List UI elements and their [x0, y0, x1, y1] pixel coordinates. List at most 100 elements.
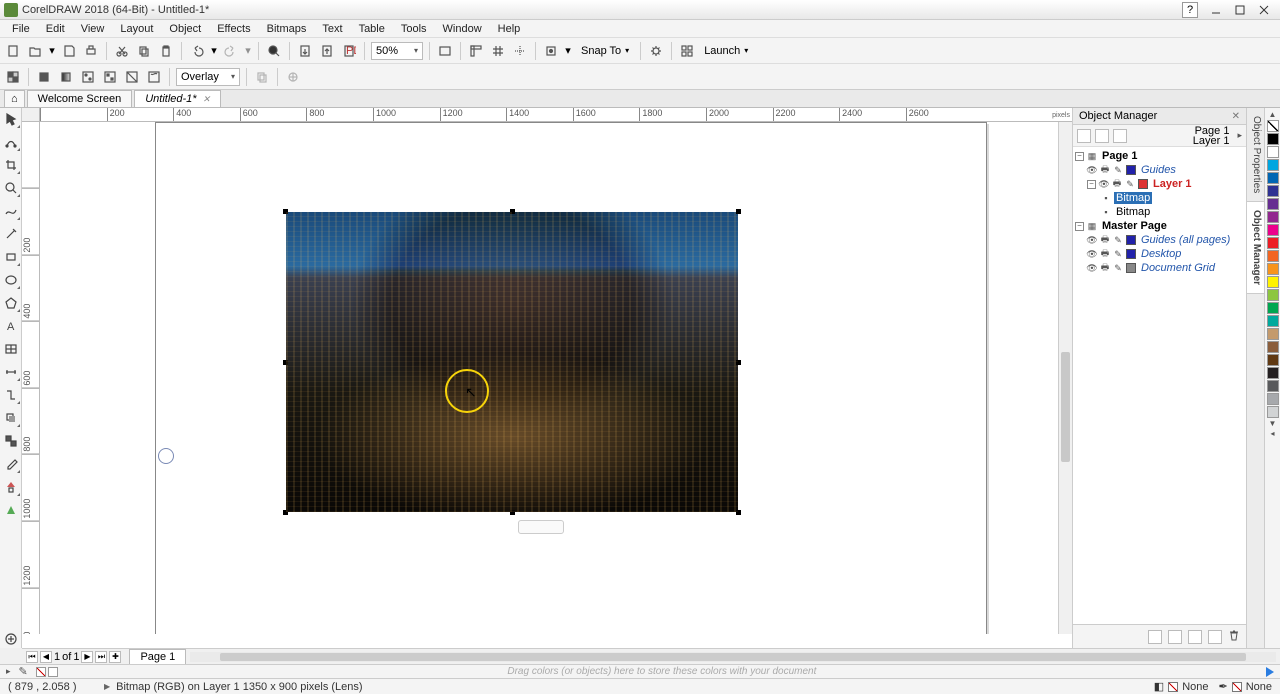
color-swatch[interactable]: [1267, 367, 1279, 379]
tree-desktop[interactable]: 👁🖶✎Desktop: [1073, 247, 1246, 261]
drop-shadow-tool[interactable]: [2, 409, 20, 427]
context-help-icon[interactable]: ?: [1182, 2, 1198, 18]
ruler-horizontal[interactable]: 200 400 600 800 1000 1200 1400 1600 1800…: [40, 108, 1072, 122]
canvas[interactable]: ↖: [40, 122, 1058, 634]
menu-view[interactable]: View: [73, 21, 113, 37]
text-tool[interactable]: A: [2, 317, 20, 335]
color-swatch[interactable]: [1267, 133, 1279, 145]
edit-layer-icon[interactable]: ✎: [1113, 165, 1123, 175]
rectangle-tool[interactable]: [2, 248, 20, 266]
color-swatch[interactable]: [1267, 302, 1279, 314]
color-swatch[interactable]: [1267, 146, 1279, 158]
tree-bitmap-2[interactable]: ▪Bitmap: [1073, 205, 1246, 219]
table-tool[interactable]: [2, 340, 20, 358]
last-page-button[interactable]: ⏭: [95, 651, 107, 663]
print-layer-icon[interactable]: 🖶: [1100, 235, 1110, 245]
color-swatch[interactable]: [1267, 393, 1279, 405]
color-swatch[interactable]: [1267, 211, 1279, 223]
zoom-tool[interactable]: [2, 179, 20, 197]
pick-tool[interactable]: [2, 110, 20, 128]
edit-layer-icon[interactable]: ✎: [1113, 235, 1123, 245]
shape-tool[interactable]: [2, 133, 20, 151]
color-swatch[interactable]: [1267, 237, 1279, 249]
edit-layer-icon[interactable]: ✎: [1113, 249, 1123, 259]
maximize-button[interactable]: [1230, 3, 1250, 17]
next-page-button[interactable]: ▶: [81, 651, 93, 663]
tree-layer1[interactable]: −👁🖶✎Layer 1: [1073, 177, 1246, 191]
dimension-tool[interactable]: [2, 363, 20, 381]
freehand-tool[interactable]: [2, 202, 20, 220]
menu-table[interactable]: Table: [351, 21, 393, 37]
new-master-layer-icon[interactable]: [1168, 630, 1182, 644]
color-swatch[interactable]: [1267, 224, 1279, 236]
eye-icon[interactable]: 👁: [1087, 249, 1097, 259]
connector-tool[interactable]: [2, 386, 20, 404]
quick-customize-icon[interactable]: [2, 630, 20, 648]
layer-color-swatch[interactable]: [1126, 249, 1136, 259]
edit-layer-icon[interactable]: ✎: [1113, 263, 1123, 273]
show-object-props-icon[interactable]: [1077, 129, 1091, 143]
show-rulers-icon[interactable]: [467, 42, 485, 60]
bitmap-pattern-icon[interactable]: [101, 68, 119, 86]
app-launcher-icon[interactable]: [678, 42, 696, 60]
vscroll-thumb[interactable]: [1061, 352, 1070, 462]
minimize-button[interactable]: [1206, 3, 1226, 17]
show-guidelines-icon[interactable]: [511, 42, 529, 60]
polygon-tool[interactable]: [2, 294, 20, 312]
horizontal-scrollbar[interactable]: [190, 652, 1276, 662]
color-swatch[interactable]: [1267, 263, 1279, 275]
close-button[interactable]: [1254, 3, 1274, 17]
palette-flyout-icon[interactable]: ◂: [1267, 429, 1279, 439]
snap-to-menu[interactable]: Snap To▾: [576, 42, 634, 60]
handle-bot-right[interactable]: [736, 510, 741, 515]
play-hint-icon[interactable]: [1266, 667, 1274, 677]
docker-title-bar[interactable]: Object Manager ✕: [1073, 108, 1246, 125]
nav-arrow-icon[interactable]: ▸: [6, 666, 11, 677]
handle-bot-mid[interactable]: [510, 510, 515, 515]
selected-bitmap[interactable]: [286, 212, 738, 512]
drawing-window[interactable]: www.rrcg.cn 200 400 600 800 1000 1200 14…: [22, 108, 1072, 648]
color-swatch[interactable]: [1267, 172, 1279, 184]
status-next-icon[interactable]: ▶: [104, 682, 110, 691]
delete-icon[interactable]: [1228, 629, 1240, 644]
color-swatch[interactable]: [1267, 289, 1279, 301]
handle-top-left[interactable]: [283, 209, 288, 214]
docker-close-icon[interactable]: ✕: [1232, 111, 1240, 122]
publish-pdf-icon[interactable]: PDF: [340, 42, 358, 60]
new-master-layer-all-icon[interactable]: [1188, 630, 1202, 644]
eye-icon[interactable]: 👁: [1087, 263, 1097, 273]
color-swatch[interactable]: [1267, 328, 1279, 340]
open-icon[interactable]: [26, 42, 44, 60]
two-color-pattern-icon[interactable]: [123, 68, 141, 86]
save-icon[interactable]: [60, 42, 78, 60]
print-layer-icon[interactable]: 🖶: [1100, 263, 1110, 273]
welcome-tab[interactable]: ⌂: [4, 90, 25, 107]
layer-color-swatch[interactable]: [1126, 263, 1136, 273]
outline-indicator[interactable]: ✒ None: [1218, 680, 1272, 693]
ellipse-tool[interactable]: [2, 271, 20, 289]
edit-across-layers-icon[interactable]: [1095, 129, 1109, 143]
ruler-vertical[interactable]: 200 400 600 800 1000 1200 1400: [22, 122, 40, 634]
vtab-object-properties[interactable]: Object Properties: [1247, 108, 1264, 202]
new-layer-icon[interactable]: [1148, 630, 1162, 644]
transparency-handle-start[interactable]: [158, 448, 174, 464]
color-swatch[interactable]: [1267, 198, 1279, 210]
layer-color-swatch[interactable]: [1126, 235, 1136, 245]
menu-edit[interactable]: Edit: [38, 21, 73, 37]
merge-mode-select[interactable]: Overlay▾: [176, 68, 240, 86]
eye-icon[interactable]: 👁: [1087, 235, 1097, 245]
menu-bitmaps[interactable]: Bitmaps: [259, 21, 315, 37]
color-swatch[interactable]: [1267, 354, 1279, 366]
color-swatch[interactable]: [1267, 380, 1279, 392]
no-color-swatch[interactable]: [1267, 120, 1279, 132]
color-swatch[interactable]: [1267, 185, 1279, 197]
print-layer-icon[interactable]: 🖶: [1112, 179, 1122, 189]
undo-dropdown[interactable]: ▾: [210, 44, 218, 57]
paste-icon[interactable]: [157, 42, 175, 60]
handle-bot-left[interactable]: [283, 510, 288, 515]
copy-icon[interactable]: [135, 42, 153, 60]
tree-bitmap-selected[interactable]: ▪Bitmap: [1073, 191, 1246, 205]
menu-effects[interactable]: Effects: [209, 21, 258, 37]
object-tree[interactable]: −▦Page 1 👁🖶✎Guides −👁🖶✎Layer 1 ▪Bitmap ▪…: [1073, 147, 1246, 624]
interactive-fill-tool[interactable]: [2, 478, 20, 496]
